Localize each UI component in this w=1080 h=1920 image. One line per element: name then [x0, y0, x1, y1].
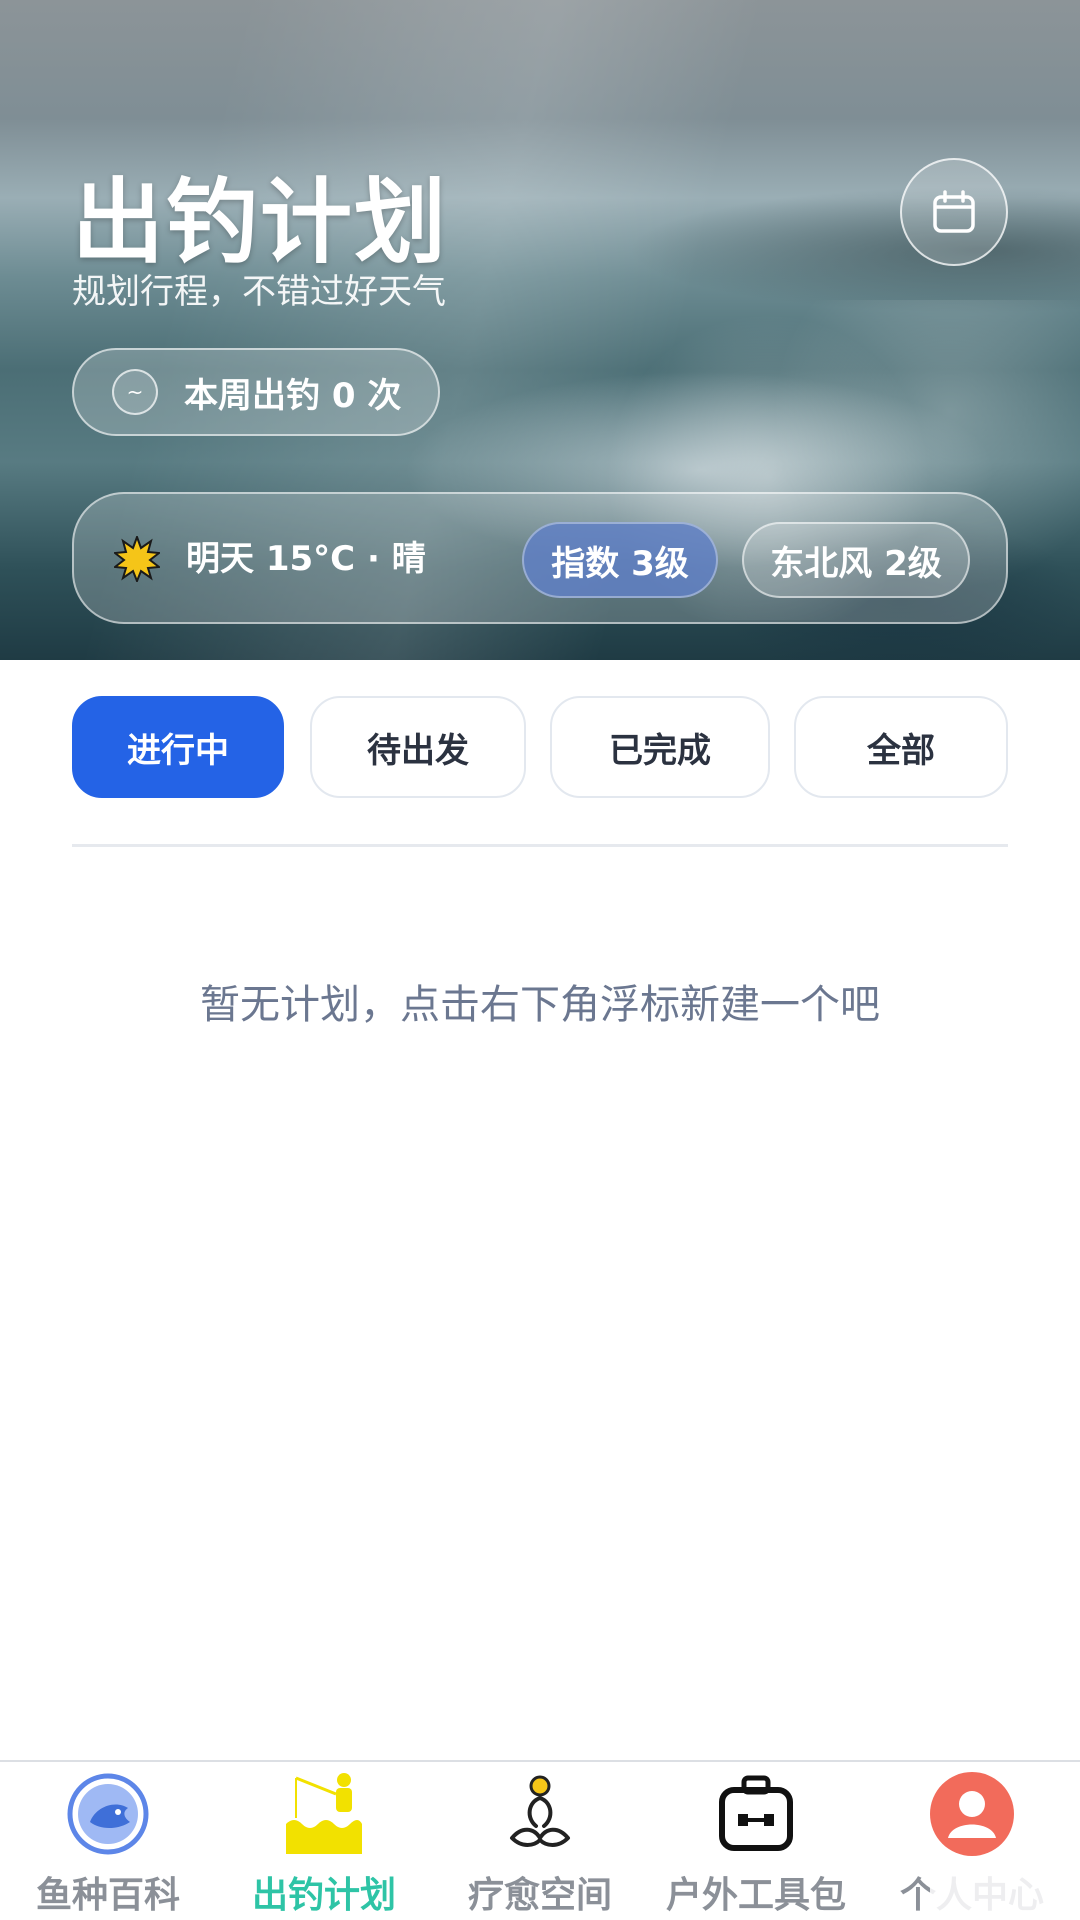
page-subtitle: 规划行程，不错过好天气	[72, 272, 446, 312]
toolbox-icon	[719, 1775, 793, 1851]
hook-icon: ~	[112, 369, 158, 415]
nav-label: 户外工具包	[665, 1875, 846, 1916]
plan-status-tabs: 进行中 待出发 已完成 全部	[72, 696, 1008, 798]
angler-icon	[286, 1773, 362, 1854]
watermark-logo	[930, 1872, 1076, 1916]
meditation-icon	[510, 1775, 570, 1847]
tab-in-progress[interactable]: 进行中	[72, 696, 284, 798]
nav-outdoor-toolkit[interactable]: 户外工具包	[648, 1762, 864, 1920]
tab-completed[interactable]: 已完成	[550, 696, 770, 798]
nav-label: 鱼种百科	[35, 1875, 180, 1916]
fish-icon	[67, 1773, 149, 1855]
calendar-button[interactable]	[900, 158, 1008, 266]
tab-pending[interactable]: 待出发	[310, 696, 526, 798]
empty-state-text: 暂无计划，点击右下角浮标新建一个吧	[200, 982, 880, 1028]
weather-forecast: 明天 15°C · 晴	[186, 539, 426, 579]
sun-icon	[114, 536, 160, 582]
weekly-trips-badge: ~ 本周出钓 0 次	[72, 348, 440, 436]
hero-banner: 出钓计划 规划行程，不错过好天气 ~ 本周出钓 0 次 明天 15°C · 晴 …	[0, 0, 1080, 660]
calendar-icon	[933, 190, 975, 233]
wind-badge: 东北风 2级	[742, 522, 970, 598]
nav-fishing-plan[interactable]: 出钓计划	[216, 1762, 432, 1920]
fishing-index-badge: 指数 3级	[522, 522, 718, 598]
weekly-trips-text: 本周出钓 0 次	[184, 375, 402, 416]
page-title: 出钓计划	[72, 169, 449, 276]
divider	[72, 844, 1008, 847]
nav-healing-space[interactable]: 疗愈空间	[432, 1762, 648, 1920]
user-icon	[930, 1772, 1014, 1856]
weather-card: 明天 15°C · 晴 指数 3级 东北风 2级	[72, 492, 1008, 624]
tab-all[interactable]: 全部	[794, 696, 1008, 798]
bottom-navigation: 鱼种百科 出钓计划 疗愈空间 户外工具包	[0, 1760, 1080, 1920]
nav-label: 出钓计划	[251, 1875, 396, 1916]
nav-fish-encyclopedia[interactable]: 鱼种百科	[0, 1762, 216, 1920]
nav-label: 疗愈空间	[467, 1875, 612, 1916]
